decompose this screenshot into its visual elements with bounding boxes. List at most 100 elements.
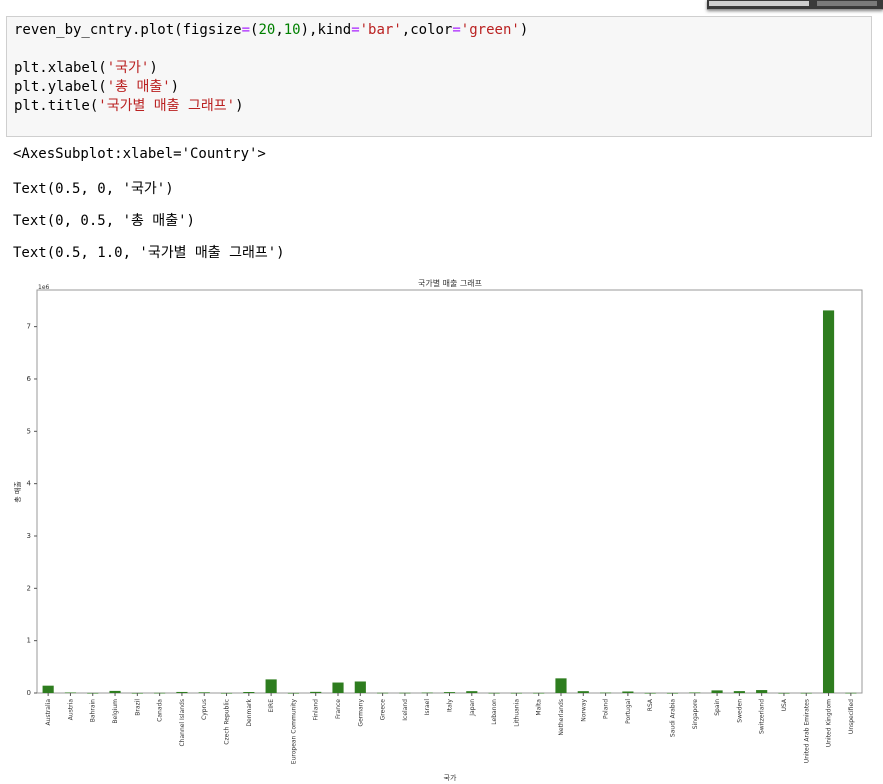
x-tick-label: Israel — [424, 699, 431, 716]
thumbnail-bar — [709, 1, 809, 6]
x-tick-label: Cyprus — [201, 699, 208, 720]
code-token: reven_by_cntry.plot(figsize — [14, 22, 242, 38]
x-tick-label: Switzerland — [759, 699, 766, 734]
code-editor[interactable]: reven_by_cntry.plot(figsize=(20,10),kind… — [14, 21, 528, 116]
code-token: ) — [149, 60, 158, 76]
bar-cyprus — [198, 692, 210, 693]
bar-switzerland — [756, 690, 768, 693]
output-ylabel-text: Text(0, 0.5, '총 매출') — [13, 213, 195, 229]
x-tick-label: United Kingdom — [826, 699, 833, 747]
bar-netherlands — [555, 678, 567, 693]
bar-norway — [577, 691, 589, 693]
y-tick-label: 1 — [27, 637, 31, 645]
code-token: plt.title( — [14, 98, 99, 114]
output-axes-subplot: <AxesSubplot:xlabel='Country'> — [13, 146, 266, 162]
code-token: plt.xlabel( — [14, 60, 107, 76]
code-token: ),kind — [300, 22, 352, 38]
code-line: reven_by_cntry.plot(figsize=(20,10),kind… — [14, 21, 528, 40]
x-tick-label: Norway — [580, 699, 587, 722]
x-tick-label: Malta — [536, 699, 543, 716]
code-token: ) — [519, 22, 529, 38]
x-tick-label: EIRE — [268, 699, 275, 713]
x-tick-label: Italy — [447, 699, 454, 712]
bar-spain — [711, 690, 723, 693]
x-tick-label: Germany — [357, 699, 364, 727]
x-tick-label: Singapore — [692, 699, 699, 730]
x-tick-label: Denmark — [246, 698, 253, 726]
bar-portugal — [622, 691, 634, 693]
bar-austria — [64, 692, 77, 694]
code-token: plt.ylabel( — [14, 79, 107, 95]
y-tick-label: 2 — [27, 584, 31, 592]
code-string: '국가별 매출 그래프' — [98, 98, 236, 114]
x-tick-label: Sweden — [736, 699, 743, 723]
code-number: 10 — [283, 22, 301, 38]
bar-italy — [443, 692, 456, 693]
x-tick-label: Japan — [469, 699, 476, 717]
x-tick-label: Lebanon — [491, 699, 498, 725]
x-tick-label: Portugal — [625, 699, 632, 724]
y-tick-label: 4 — [27, 480, 32, 488]
x-tick-label: Canada — [157, 699, 164, 722]
y-tick-label: 7 — [27, 323, 31, 331]
bar-united-kingdom — [822, 310, 835, 693]
bar-sweden — [733, 691, 745, 693]
x-tick-label: Iceland — [402, 699, 409, 721]
x-tick-label: Poland — [603, 699, 610, 719]
code-string: 'bar' — [359, 22, 402, 38]
y-tick-label: 5 — [27, 427, 31, 435]
code-token: ,color — [401, 22, 453, 38]
bar-australia — [42, 685, 54, 693]
code-line: plt.title('국가별 매출 그래프') — [14, 97, 528, 116]
bar-channel-islands — [176, 691, 188, 693]
x-tick-label: Finland — [313, 699, 320, 721]
y-tick-label: 3 — [27, 532, 31, 540]
x-tick-label: USA — [781, 698, 788, 711]
code-string: '국가' — [106, 60, 150, 76]
code-operator: = — [452, 22, 461, 38]
y-axis-label: 총 매출 — [13, 481, 22, 503]
x-tick-label: Brazil — [134, 699, 141, 716]
code-token: ) — [235, 98, 244, 114]
chart-title: 국가별 매출 그래프 — [418, 278, 482, 288]
y-tick-label: 6 — [27, 375, 32, 383]
bar-denmark — [243, 692, 255, 693]
x-tick-label: European Community — [290, 699, 297, 765]
bar-chart: 국가별 매출 그래프 1e6 01234567 Australia Austria… — [13, 278, 863, 782]
code-operator: = — [351, 22, 360, 38]
bar-singapore — [689, 692, 701, 694]
x-tick-label: United Arab Emirates — [803, 699, 810, 763]
x-tick-label: Austria — [67, 699, 74, 721]
code-token: ) — [170, 79, 180, 95]
x-tick-label: Australia — [45, 699, 52, 726]
bar-eire — [265, 679, 277, 693]
x-tick-label: Channel Islands — [179, 699, 186, 747]
output-xlabel-text: Text(0.5, 0, '국가') — [13, 181, 174, 197]
bar-finland — [310, 691, 322, 693]
x-tick-label: Netherlands — [558, 699, 565, 736]
y-tick-label: 0 — [27, 689, 31, 697]
bar-japan — [466, 691, 478, 693]
code-string: '총 매출' — [106, 79, 171, 95]
x-tick-label: Saudi Arabia — [669, 699, 676, 737]
output-title-text: Text(0.5, 1.0, '국가별 매출 그래프') — [13, 245, 285, 261]
code-cell[interactable]: reven_by_cntry.plot(figsize=(20,10),kind… — [6, 16, 872, 137]
x-tick-label: Czech Republic — [224, 699, 231, 745]
code-string: 'green' — [460, 22, 520, 38]
code-operator: = — [241, 22, 251, 38]
bar-belgium — [109, 690, 121, 693]
plot-area — [36, 289, 863, 694]
code-token: , — [275, 22, 284, 38]
x-tick-label: Lithuania — [513, 699, 520, 727]
bar-germany — [354, 681, 366, 693]
x-tick-label: Spain — [714, 699, 721, 716]
thumbnail-bar-secondary — [817, 1, 877, 6]
code-number: 20 — [258, 22, 276, 38]
x-tick-label: Belgium — [112, 699, 119, 724]
x-tick-label: Bahrain — [90, 699, 97, 722]
window-thumbnail[interactable] — [707, 0, 883, 10]
code-line: plt.xlabel('국가') — [14, 59, 528, 78]
x-tick-label: Unspecified — [848, 699, 855, 734]
code-line: plt.ylabel('총 매출') — [14, 78, 528, 97]
